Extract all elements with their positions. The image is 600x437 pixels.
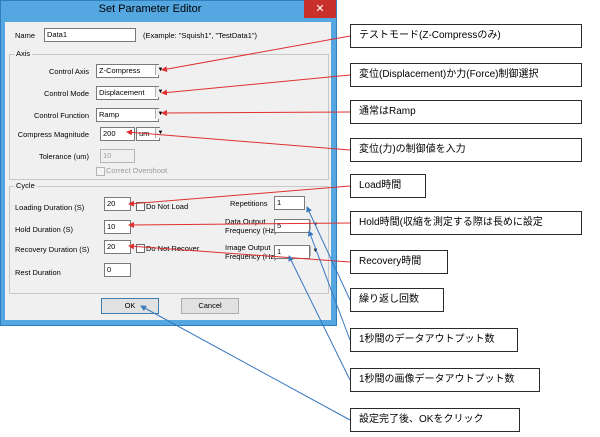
arrow-ok-button — [140, 305, 351, 421]
callout-control-mode: 変位(Displacement)か力(Force)制御選択 — [350, 63, 582, 87]
callout-ok-button: 設定完了後、OKをクリック — [350, 408, 520, 432]
callout-hold-duration: Hold時間(収縮を測定する際は長めに設定 — [350, 211, 582, 235]
callout-control-function: 通常はRamp — [350, 100, 582, 124]
arrow-hold-duration — [128, 221, 351, 228]
arrow-loading-duration — [128, 185, 351, 207]
arrow-control-mode — [161, 74, 351, 96]
callout-image-output: 1秒間の画像データアウトプット数 — [350, 368, 540, 392]
arrow-image-output — [288, 255, 351, 381]
callout-data-output: 1秒間のデータアウトプット数 — [350, 328, 518, 352]
callout-repetitions: 繰り返し回数 — [350, 288, 444, 312]
arrow-repetitions — [306, 206, 351, 301]
callout-compress-magnitude: 変位(力)の制御値を入力 — [350, 138, 582, 162]
callout-recovery-duration: Recovery時間 — [350, 250, 448, 274]
arrow-compress-magnitude — [126, 129, 351, 151]
arrow-control-axis — [161, 35, 351, 73]
arrow-data-output — [307, 230, 351, 341]
callout-loading-duration: Load時間 — [350, 174, 426, 198]
callout-control-axis: テストモード(Z-Compressのみ) — [350, 24, 582, 48]
arrow-control-function — [161, 109, 351, 116]
arrow-recovery-duration — [128, 243, 351, 263]
